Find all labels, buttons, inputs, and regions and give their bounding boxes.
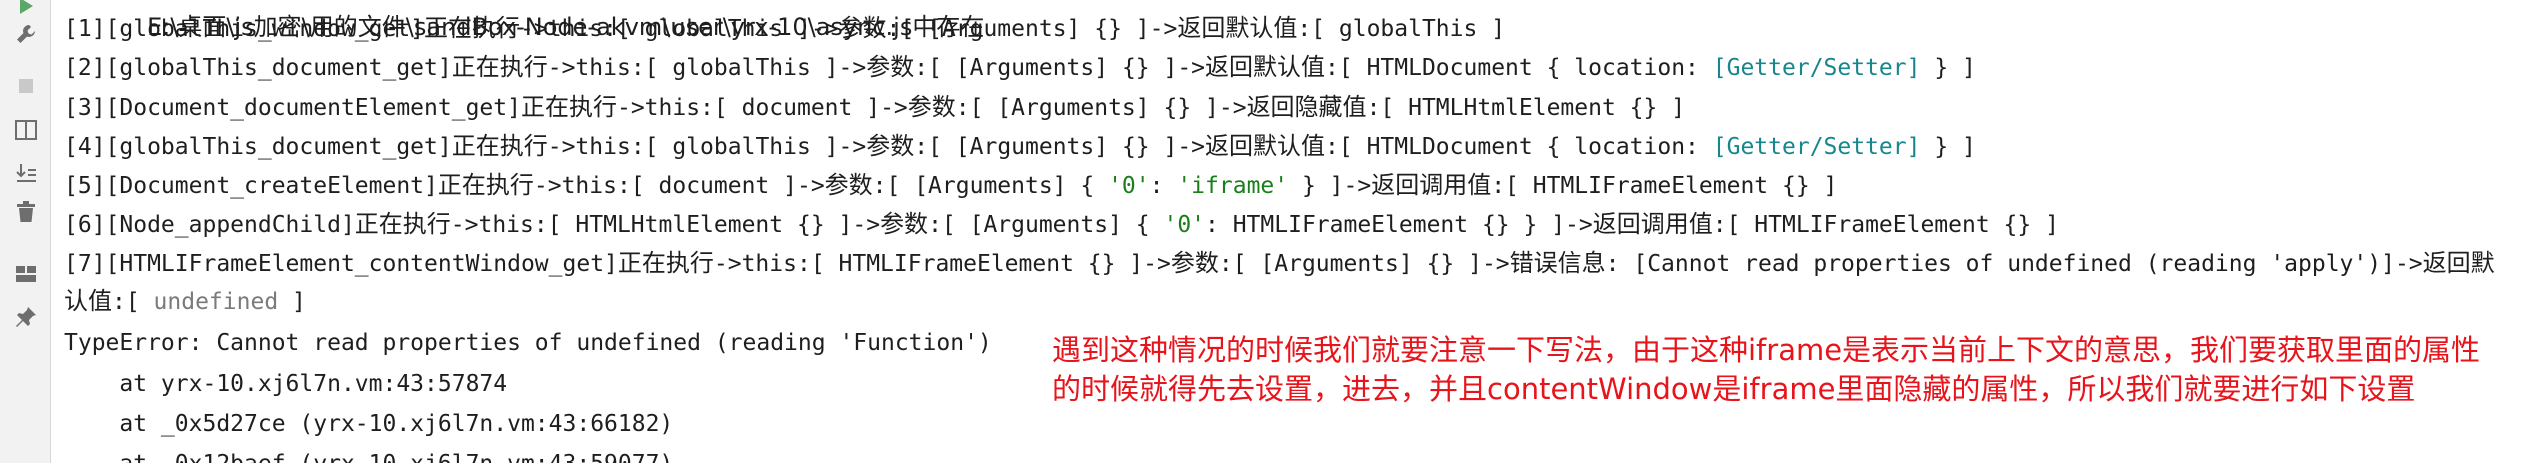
log-line-5: [5][Document_createElement]正在执行->this:[ … [64, 171, 1838, 199]
annotation-note: 遇到这种情况的时候我们就要注意一下写法，由于这种iframe是表示当前上下文的意… [1052, 333, 2481, 406]
type-error-line: TypeError: Cannot read properties of und… [64, 330, 992, 356]
trash-icon[interactable] [14, 200, 38, 224]
undefined-token: undefined [153, 289, 279, 315]
string-token: 'iframe' [1177, 173, 1289, 199]
wrench-icon[interactable] [14, 22, 38, 46]
log-line-7-continued: 认值:[ undefined ] [64, 287, 306, 315]
log-line-1: [1][globalThis_window_get]正在执行->this:[ g… [64, 14, 1506, 42]
string-token: '0' [1163, 212, 1206, 238]
log-line-2: [2][globalThis_document_get]正在执行->this:[… [64, 53, 1976, 81]
log-line-6: [6][Node_appendChild]正在执行->this:[ HTMLHt… [64, 210, 2059, 238]
log-line-4: [4][globalThis_document_get]正在执行->this:[… [64, 132, 1976, 160]
getter-setter-token: [Getter/Setter] [1712, 134, 1921, 160]
stop-icon[interactable] [14, 74, 38, 98]
console-toolbar [0, 0, 51, 463]
log-line-3: [3][Document_documentElement_get]正在执行->t… [64, 93, 1686, 121]
layout-icon[interactable] [14, 118, 38, 142]
string-token: '0' [1108, 173, 1150, 199]
layout-grid-icon[interactable] [14, 262, 38, 286]
console-window: E:\桌面\js加密\用的文件\sandBox-Node-akvm\user\y… [0, 0, 2523, 463]
stack-trace-line[interactable]: at _0x5d27ce (yrx-10.xj6l7n.vm:43:66182) [64, 409, 673, 439]
scroll-to-end-icon[interactable] [14, 161, 38, 185]
console-header-line: E:\桌面\js加密\用的文件\sandBox-Node-akvm\user\y… [147, 13, 985, 41]
getter-setter-token: [Getter/Setter] [1712, 55, 1921, 81]
stack-trace-line[interactable]: at yrx-10.xj6l7n.vm:43:57874 [64, 369, 507, 399]
run-icon[interactable] [14, 0, 38, 18]
log-line-7: [7][HTMLIFrameElement_contentWindow_get]… [64, 249, 2495, 277]
stack-trace-line[interactable]: at _0x12baef (yrx-10.xj6l7n.vm:43:59077) [64, 449, 673, 463]
pin-icon[interactable] [14, 305, 38, 329]
